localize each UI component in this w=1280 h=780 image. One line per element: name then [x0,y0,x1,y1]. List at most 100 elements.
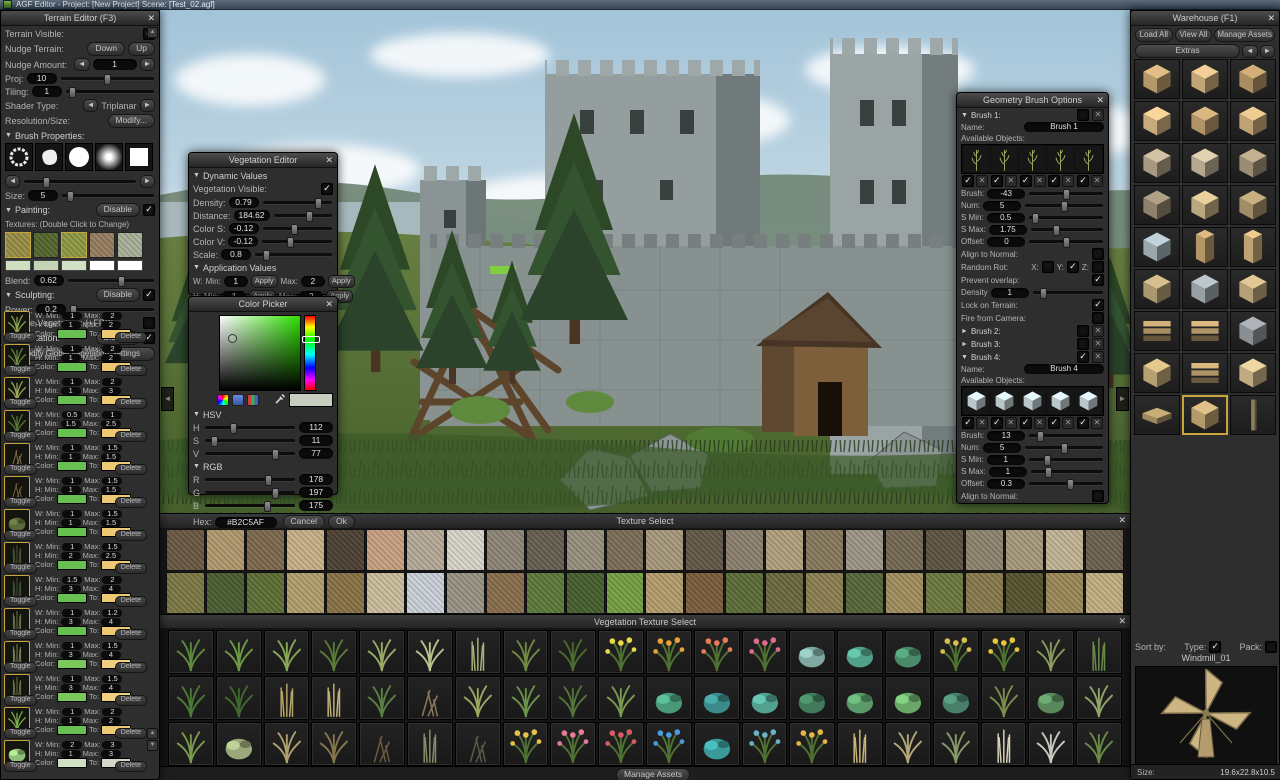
brush-1-brush-field[interactable]: -43 [987,189,1025,199]
vegetation-texture-tile[interactable] [598,722,644,766]
item-delete-button[interactable]: Delete [115,365,147,376]
terrain-texture-tile[interactable] [845,529,884,571]
item-color-swatch[interactable] [57,362,87,372]
terrain-editor-close-icon[interactable]: ✕ [147,12,155,24]
max-field[interactable]: 1.5 [101,486,121,494]
min-field[interactable]: 0.5 [62,411,82,419]
brush-2-active-checkbox[interactable] [1077,325,1089,337]
brush-4-offset-slider[interactable] [1028,478,1104,489]
view-all-button[interactable]: View All [1175,28,1213,42]
terrain-texture-tile[interactable] [286,572,325,614]
warehouse-asset-tile[interactable] [1230,59,1276,99]
hsv-v-field[interactable]: 77 [299,448,333,459]
terrain-texture-tile[interactable] [765,572,804,614]
min-field[interactable]: 1 [62,510,82,518]
item-toggle-button[interactable]: Toggle [4,695,37,706]
terrain-texture-tile[interactable] [566,529,605,571]
hue-bar[interactable] [304,315,316,391]
item-color-swatch[interactable] [57,494,87,504]
category-next-button[interactable]: ► [1260,45,1275,58]
rgb-g-slider[interactable] [204,487,296,498]
tiling-field[interactable]: 1 [32,86,62,97]
item-toggle-button[interactable]: Toggle [4,761,37,772]
min-field[interactable]: 1 [62,543,82,551]
min-field[interactable]: 1 [61,717,81,725]
size-field[interactable]: 5 [28,190,58,201]
min-field[interactable]: 1 [61,354,81,362]
warehouse-asset-tile[interactable] [1182,101,1228,141]
vegetation-texture-tile[interactable] [407,722,453,766]
paint-color-swatch[interactable] [89,260,115,271]
item-delete-button[interactable]: Delete [115,662,147,673]
warehouse-asset-tile[interactable] [1134,269,1180,309]
nudge-amount-increment[interactable]: ► [140,58,155,71]
vegetation-texture-tile[interactable] [694,630,740,674]
shader-next-button[interactable]: ► [140,99,155,112]
terrain-texture-tile[interactable] [1045,572,1084,614]
size-slider[interactable] [61,190,155,201]
max-field[interactable]: 4 [101,585,121,593]
min-field[interactable]: 1.5 [62,576,82,584]
brush-properties-collapse-icon[interactable]: ▼ [5,132,12,139]
terrain-texture-tile[interactable] [725,572,764,614]
vegetation-texture-tile[interactable] [742,722,788,766]
brush-1-density-slider[interactable] [1032,287,1104,298]
min-field[interactable]: 1 [62,642,82,650]
max-field[interactable]: 2 [101,321,121,329]
category-dropdown[interactable]: Extras [1135,44,1240,58]
terrain-texture-tile[interactable] [685,529,724,571]
terrain-texture-tile[interactable] [725,529,764,571]
paint-texture-swatch[interactable] [61,232,87,258]
brush-object-thumbnail[interactable] [963,146,990,172]
hsv-s-field[interactable]: 11 [299,435,333,446]
palette-icon[interactable] [232,394,244,406]
vegetation-texture-tile[interactable] [598,630,644,674]
brush-object-thumbnail[interactable] [1019,146,1046,172]
item-toggle-button[interactable]: Toggle [4,332,37,343]
brush-1-offset-field[interactable]: 0 [987,237,1025,247]
terrain-texture-tile[interactable] [1085,529,1124,571]
min-field[interactable]: 2 [61,552,81,560]
vegetation-texture-tile[interactable] [789,722,835,766]
max-field[interactable]: 1.5 [102,444,122,452]
vegetation-texture-tile[interactable] [550,676,596,720]
warehouse-asset-tile[interactable] [1134,353,1180,393]
eyedropper-icon[interactable] [274,393,286,407]
paint-color-swatch[interactable] [117,260,143,271]
vegetation-texture-tile[interactable] [168,676,214,720]
vegetation-texture-tile[interactable] [550,630,596,674]
max-field[interactable]: 1.5 [102,642,122,650]
brush-1-align-to-normal-checkbox[interactable] [1092,248,1104,260]
max-field[interactable]: 1.5 [102,510,122,518]
max-field[interactable]: 1.5 [102,477,122,485]
terrain-texture-tile[interactable] [645,529,684,571]
terrain-texture-tile[interactable] [885,529,924,571]
paint-texture-swatch[interactable] [5,232,31,258]
proj-field[interactable]: 10 [27,73,57,84]
modify-button[interactable]: Modify... [108,114,156,128]
brush-object-thumbnail[interactable] [991,388,1018,414]
item-toggle-button[interactable]: Toggle [4,431,37,442]
terrain-texture-tile[interactable] [166,572,205,614]
brush-strip-slider[interactable] [23,176,136,187]
manage-assets-button[interactable]: Manage Assets [616,768,690,780]
item-delete-button[interactable]: Delete [115,596,147,607]
min-field[interactable]: 1 [61,486,81,494]
brush-2-collapse-icon[interactable]: ► [961,328,968,335]
terrain-texture-tile[interactable] [606,529,645,571]
hsv-h-field[interactable]: 112 [299,422,333,433]
max-field[interactable]: 2 [102,576,122,584]
object-enable-checkbox[interactable] [962,175,974,187]
max-field[interactable]: 3 [102,741,122,749]
warehouse-asset-tile[interactable] [1230,395,1276,435]
vegetation-texture-tile[interactable] [646,630,692,674]
vegetation-texture-tile[interactable] [455,676,501,720]
brush-1-fire-from-camera-checkbox[interactable] [1092,312,1104,324]
item-color-swatch[interactable] [57,593,87,603]
vegetation-texture-tile[interactable] [503,630,549,674]
vegetation-texture-tile[interactable] [407,676,453,720]
vegetation-texture-tile[interactable] [885,676,931,720]
item-toggle-button[interactable]: Toggle [4,365,37,376]
proj-slider[interactable] [60,73,155,84]
terrain-texture-tile[interactable] [1005,529,1044,571]
